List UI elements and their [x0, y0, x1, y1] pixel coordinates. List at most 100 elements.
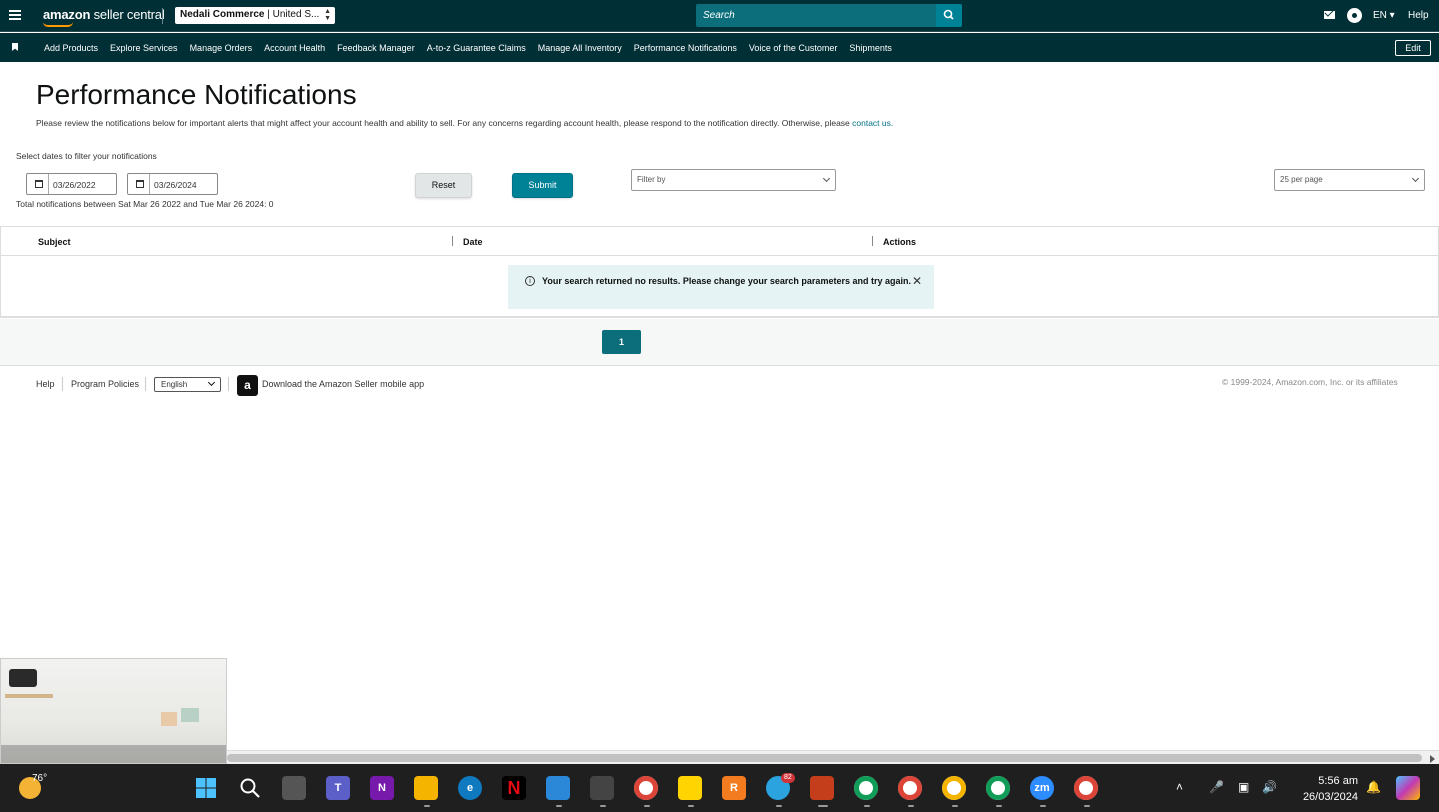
edit-nav-button[interactable]: Edit	[1395, 40, 1431, 56]
info-icon: i	[525, 276, 535, 286]
notepad-icon[interactable]	[546, 776, 570, 800]
intro-text: Please review the notifications below fo…	[36, 118, 853, 128]
running-indicator	[996, 805, 1002, 807]
copyright: © 1999-2024, Amazon.com, Inc. or its aff…	[1222, 377, 1398, 387]
end-date-value: 03/26/2024	[154, 180, 197, 190]
search-input[interactable]: Search	[696, 4, 936, 27]
no-results-alert: i Your search returned no results. Pleas…	[508, 265, 934, 309]
nav-item-explore-services[interactable]: Explore Services	[110, 43, 178, 53]
page-title: Performance Notifications	[36, 79, 357, 110]
program-policies-link[interactable]: Program Policies	[71, 379, 139, 389]
column-divider	[872, 236, 873, 246]
nav-item-add-products[interactable]: Add Products	[44, 43, 98, 53]
sticky-notes-icon[interactable]	[678, 776, 702, 800]
calendar-icon[interactable]	[27, 174, 49, 194]
nav-bar: Add Products Explore Services Manage Ord…	[0, 33, 1439, 62]
volume-icon[interactable]: 🔊	[1262, 780, 1277, 794]
nav-item-shipments[interactable]: Shipments	[849, 43, 892, 53]
nav-item-feedback-manager[interactable]: Feedback Manager	[337, 43, 415, 53]
chrome-profile-icon[interactable]	[898, 776, 922, 800]
top-bar: amazon seller central Nedali Commerce | …	[0, 0, 1439, 32]
task-view-icon[interactable]	[282, 776, 306, 800]
date-filter-label: Select dates to filter your notification…	[16, 151, 157, 161]
notifications-table: Subject Date Actions i Your search retur…	[0, 226, 1439, 318]
chrome-icon[interactable]	[634, 776, 658, 800]
running-indicator	[424, 805, 430, 807]
column-subject[interactable]: Subject	[38, 237, 71, 247]
nav-item-performance-notifications[interactable]: Performance Notifications	[634, 43, 737, 53]
running-indicator	[952, 805, 958, 807]
chrome-profile-icon[interactable]	[942, 776, 966, 800]
nav-item-account-health[interactable]: Account Health	[264, 43, 325, 53]
column-actions: Actions	[883, 237, 917, 247]
per-page-select[interactable]: 25 per page	[1274, 169, 1425, 191]
nav-item-manage-orders[interactable]: Manage Orders	[190, 43, 253, 53]
mail-icon[interactable]	[1324, 11, 1335, 19]
nav-links: Add Products Explore Services Manage Ord…	[44, 43, 904, 53]
calendar-icon[interactable]	[128, 174, 150, 194]
search-icon[interactable]	[238, 776, 262, 800]
chrome-profile-icon[interactable]	[854, 776, 878, 800]
chevron-down-icon	[207, 378, 216, 387]
temperature: 76°	[32, 773, 48, 784]
zoom-icon[interactable]: zm	[1030, 776, 1054, 800]
help-link[interactable]: Help	[1408, 10, 1429, 21]
gear-icon[interactable]	[1349, 10, 1360, 21]
chrome-profile-icon[interactable]	[1074, 776, 1098, 800]
end-date-field[interactable]: 03/26/2024	[127, 173, 218, 195]
submit-button[interactable]: Submit	[512, 173, 573, 198]
total-notifications: Total notifications between Sat Mar 26 2…	[16, 199, 274, 209]
footer-help-link[interactable]: Help	[36, 379, 55, 389]
windows-start-icon[interactable]	[194, 776, 218, 800]
start-date-value: 03/26/2022	[53, 180, 96, 190]
bookmark-icon[interactable]	[12, 43, 18, 51]
menu-icon[interactable]	[9, 10, 21, 20]
reset-button[interactable]: Reset	[415, 173, 472, 198]
telegram-badge: 82	[781, 773, 795, 783]
sticky-note-decor	[161, 712, 177, 726]
logo-suffix: seller central	[93, 7, 165, 22]
notifications-icon[interactable]: 🔔	[1366, 780, 1381, 794]
page-button-current[interactable]: 1	[602, 330, 641, 354]
webcam-preview[interactable]	[0, 658, 227, 764]
start-date-field[interactable]: 03/26/2022	[26, 173, 117, 195]
netflix-icon[interactable]: N	[502, 776, 526, 800]
store-selector[interactable]: Nedali Commerce | United S... ▲ ▼	[175, 7, 335, 24]
teams-icon[interactable]: T	[326, 776, 350, 800]
snipping-tool-icon[interactable]	[810, 776, 834, 800]
chrome-profile-icon[interactable]	[986, 776, 1010, 800]
edge-icon[interactable]: e	[458, 776, 482, 800]
column-date[interactable]: Date	[463, 237, 483, 247]
microphone-icon[interactable]: 🎤	[1209, 780, 1224, 794]
seller-central-logo[interactable]: amazon seller central	[43, 7, 165, 27]
language-selector[interactable]: EN ▾	[1373, 10, 1395, 21]
ringcentral-icon[interactable]: R	[722, 776, 746, 800]
running-indicator	[864, 805, 870, 807]
amazon-app-icon[interactable]: a	[237, 375, 258, 396]
running-indicator	[556, 805, 562, 807]
scroll-right-arrow-icon[interactable]	[1430, 755, 1435, 763]
nav-item-atoz-claims[interactable]: A-to-z Guarantee Claims	[427, 43, 526, 53]
scrollbar-thumb[interactable]	[227, 754, 1422, 762]
calculator-icon[interactable]	[590, 776, 614, 800]
onenote-icon[interactable]: N	[370, 776, 394, 800]
horizontal-scrollbar[interactable]	[227, 750, 1439, 764]
footer-language-select[interactable]: English	[154, 377, 221, 392]
per-page-value: 25 per page	[1280, 175, 1323, 184]
chevron-up-icon[interactable]: ˄	[1176, 780, 1183, 794]
running-indicator	[908, 805, 914, 807]
copilot-icon[interactable]	[1396, 776, 1420, 800]
webcam-controls[interactable]	[1, 745, 226, 763]
search-button[interactable]	[936, 4, 962, 27]
nav-item-manage-inventory[interactable]: Manage All Inventory	[538, 43, 622, 53]
filter-by-placeholder: Filter by	[637, 175, 666, 184]
mobile-app-link[interactable]: Download the Amazon Seller mobile app	[262, 379, 424, 389]
close-icon[interactable]: ✕	[912, 274, 922, 288]
filter-by-select[interactable]: Filter by	[631, 169, 836, 191]
network-icon[interactable]: ▣	[1238, 780, 1249, 794]
divider	[162, 8, 163, 24]
clock[interactable]: 5:56 am 26/03/2024	[1294, 773, 1358, 805]
contact-us-link[interactable]: contact us.	[852, 118, 893, 128]
nav-item-voice-of-customer[interactable]: Voice of the Customer	[749, 43, 838, 53]
file-explorer-icon[interactable]	[414, 776, 438, 800]
